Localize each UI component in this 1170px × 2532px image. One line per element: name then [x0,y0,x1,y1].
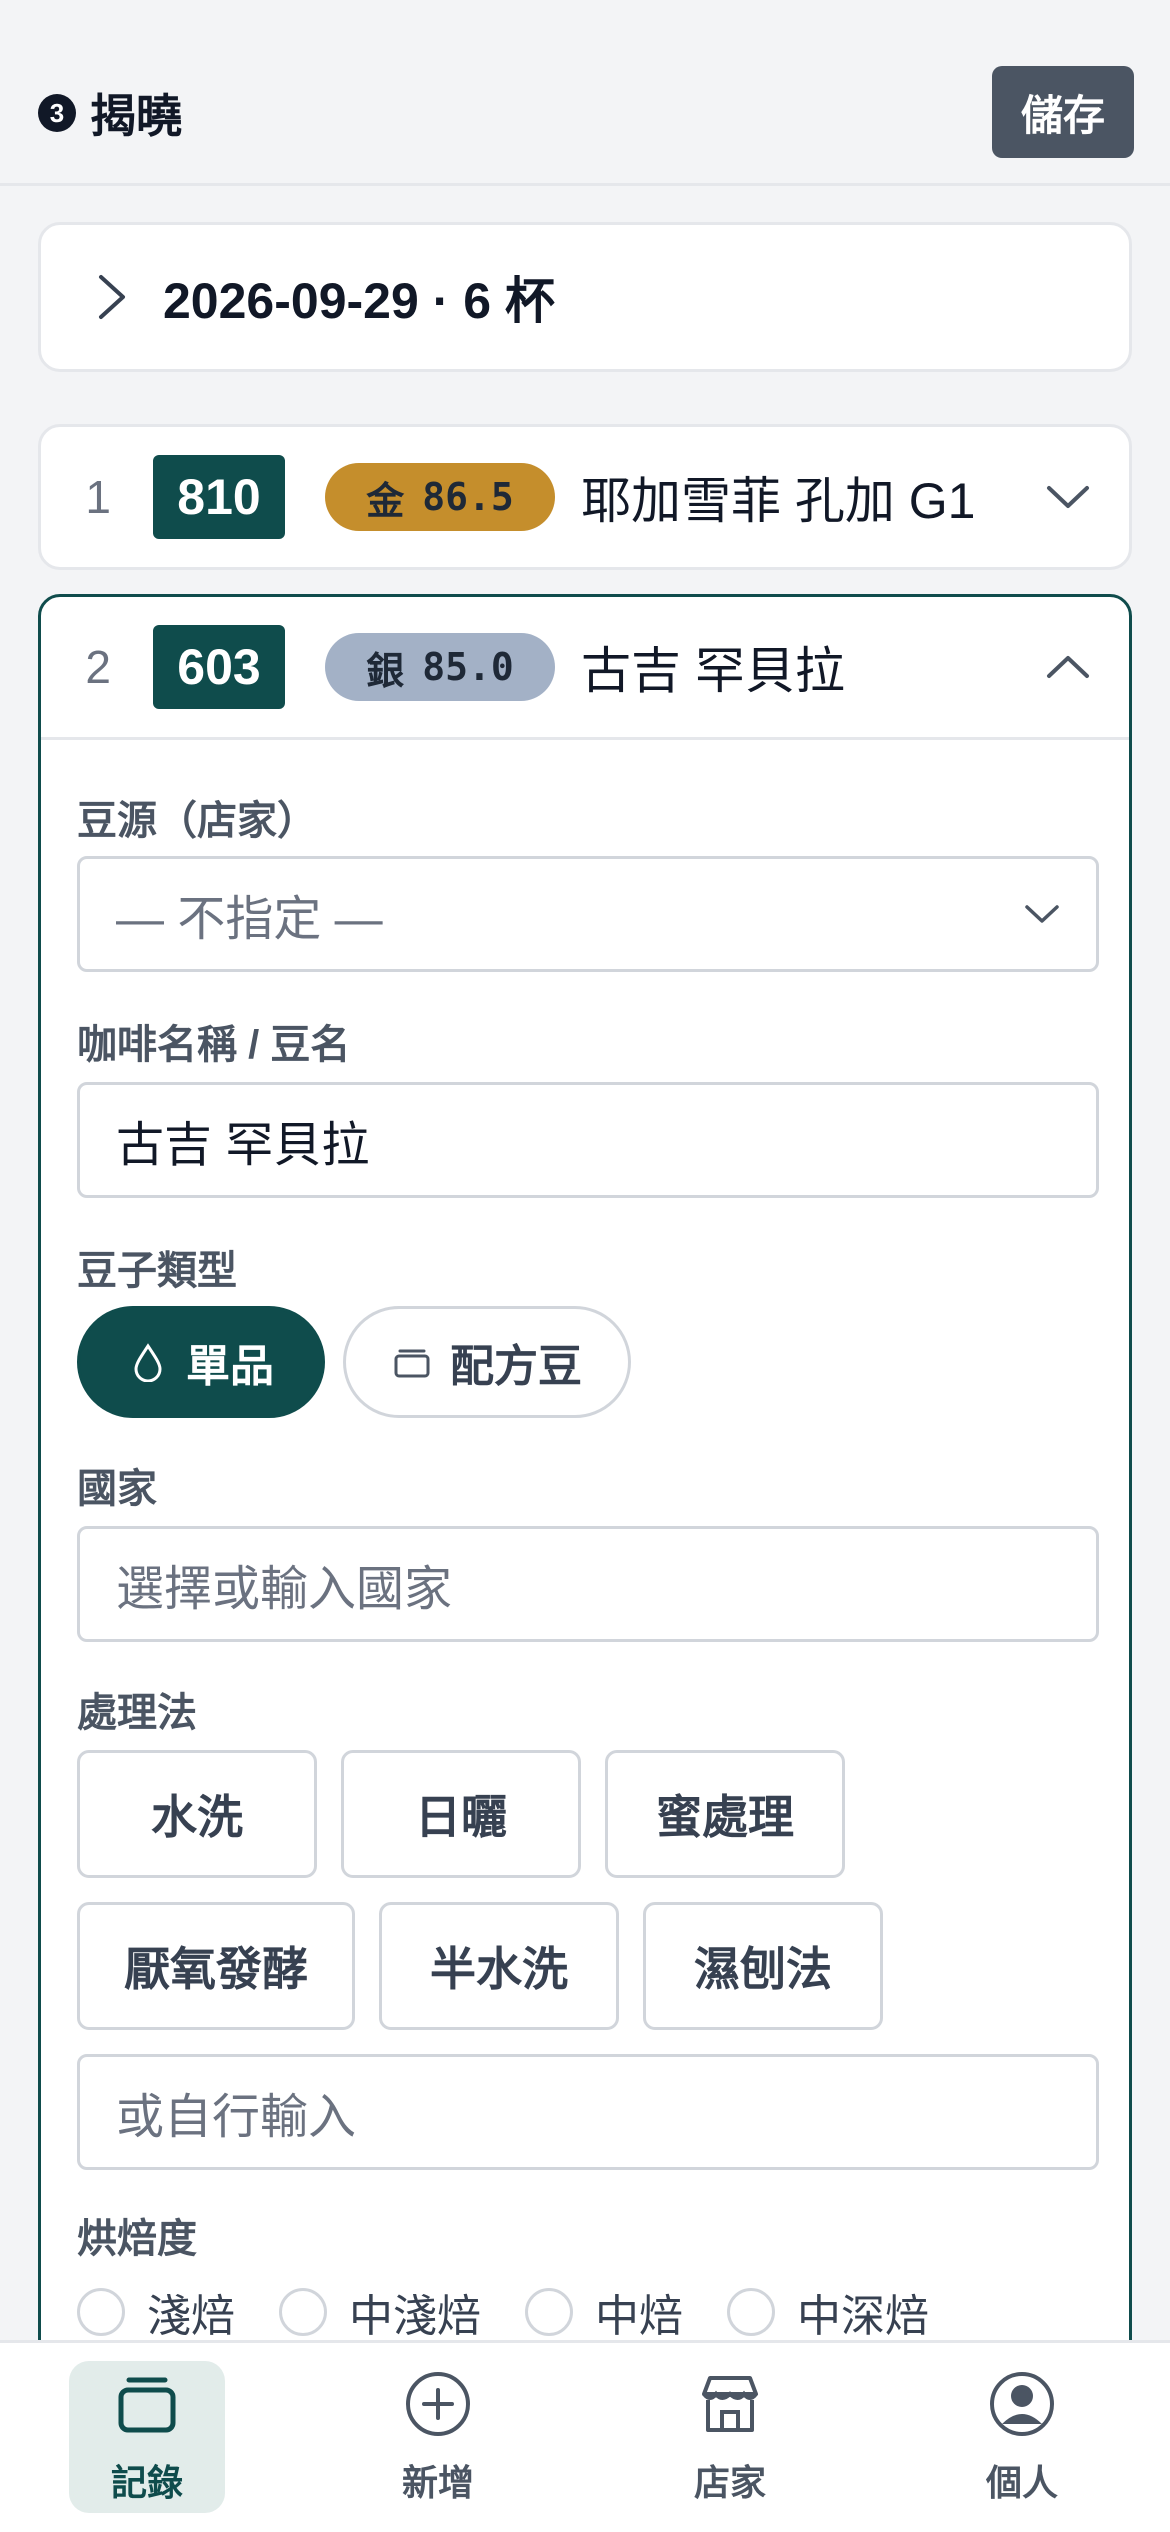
save-button[interactable]: 儲存 [992,66,1134,158]
divider [41,737,1129,740]
roast-light[interactable]: 淺焙 [77,2280,235,2344]
user-icon [990,2372,1054,2436]
radio-button[interactable] [279,2288,327,2336]
process-semi-washed[interactable]: 半水洗 [379,1902,619,2030]
chevron-down-icon[interactable] [1045,482,1091,512]
roast-options: 淺焙 中淺焙 中焙 中深焙 [77,2280,1093,2344]
nav-records-label: 記錄 [110,2462,183,2503]
radio-button[interactable] [727,2288,775,2336]
add-circle-icon [406,2372,470,2436]
step-number-badge: 3 [38,94,76,132]
process-anaerobic[interactable]: 厭氧發酵 [77,1902,355,2030]
droplet-icon [134,1343,162,1382]
bean-type-label: 豆子類型 [77,1249,237,1293]
nav-profile[interactable]: 個人 [944,2361,1100,2513]
nav-add-label: 新增 [401,2462,474,2503]
radio-button[interactable] [525,2288,573,2336]
nav-records[interactable]: 記錄 [69,2361,225,2513]
coffee-name-label: 咖啡名稱 / 豆名 [77,1023,351,1067]
source-select[interactable]: — 不指定 — [77,856,1099,972]
cup-name: 耶加雪菲 孔加 G1 [581,473,976,529]
roast-medium-light[interactable]: 中淺焙 [279,2280,481,2344]
cup-index: 2 [85,641,111,693]
medal-score: 85.0 [422,645,514,689]
cup-index: 1 [85,471,111,523]
country-input[interactable]: 選擇或輸入國家 [77,1526,1099,1642]
country-label: 國家 [77,1467,157,1511]
process-options-row: 厭氧發酵 半水洗 濕刨法 [77,1902,1093,2030]
process-washed[interactable]: 水洗 [77,1750,317,1878]
radio-button[interactable] [77,2288,125,2336]
process-custom-placeholder: 或自行輸入 [116,2091,357,2144]
country-placeholder: 選擇或輸入國家 [116,1563,453,1616]
nav-add[interactable]: 新增 [360,2361,516,2513]
nav-shops-label: 店家 [693,2462,766,2503]
nav-shops[interactable]: 店家 [652,2361,808,2513]
session-summary-card[interactable]: 2026-09-29 · 6 杯 [38,222,1132,372]
cup-code-badge: 603 [153,625,285,709]
nav-profile-label: 個人 [985,2462,1058,2503]
roast-medium[interactable]: 中焙 [525,2280,683,2344]
roast-medium-light-label: 中淺焙 [349,2292,481,2341]
source-select-value: — 不指定 — [116,893,383,946]
bean-type-single-label: 單品 [186,1342,274,1391]
cup-card[interactable]: 1 810 金 86.5 耶加雪菲 孔加 G1 [38,424,1132,570]
source-label: 豆源（店家） [77,799,317,843]
medal-score: 86.5 [422,475,514,519]
medal-label: 金 [366,478,405,523]
cup-code-badge: 810 [153,455,285,539]
roast-medium-dark[interactable]: 中深焙 [727,2280,929,2344]
bean-type-blend-label: 配方豆 [450,1342,582,1391]
session-label: 2026-09-29 · 6 杯 [163,273,555,329]
medal-label: 銀 [366,648,405,693]
process-wet-hulled[interactable]: 濕刨法 [643,1902,883,2030]
chevron-up-icon[interactable] [1045,652,1091,682]
coffee-name-value: 古吉 罕貝拉 [116,1119,370,1172]
cup-header[interactable]: 2 603 銀 85.0 古吉 罕貝拉 [41,597,1129,737]
silver-medal-badge: 銀 85.0 [325,633,555,701]
bean-type-toggle: 單品 配方豆 [77,1306,1093,1418]
process-honey[interactable]: 蜜處理 [605,1750,845,1878]
cup-header[interactable]: 1 810 金 86.5 耶加雪菲 孔加 G1 [41,427,1129,567]
coffee-name-input[interactable]: 古吉 罕貝拉 [77,1082,1099,1198]
process-label: 處理法 [77,1691,197,1735]
bean-type-single-origin[interactable]: 單品 [77,1306,325,1418]
chevron-down-icon [1025,905,1059,923]
process-custom-input[interactable]: 或自行輸入 [77,2054,1099,2170]
gold-medal-badge: 金 86.5 [325,463,555,531]
storefront-icon [702,2376,758,2432]
records-icon [118,2377,176,2433]
roast-light-label: 淺焙 [147,2292,235,2341]
bottom-nav: 記錄 新增 店家 個人 [0,2340,1170,2532]
page-title: 3 揭曉 [38,80,182,146]
app-header: 3 揭曉 儲存 [0,0,1170,186]
layers-icon [394,1349,430,1378]
cup-card-expanded: 2 603 銀 85.0 古吉 罕貝拉 豆源（店家） — 不指定 — 咖啡名稱 … [38,594,1132,2394]
process-options-row: 水洗 日曬 蜜處理 [77,1750,1093,1878]
page-title-text: 揭曉 [90,90,182,142]
bean-type-blend[interactable]: 配方豆 [343,1306,631,1418]
process-natural[interactable]: 日曬 [341,1750,581,1878]
roast-medium-label: 中焙 [595,2292,683,2341]
cup-name: 古吉 罕貝拉 [581,643,845,699]
chevron-right-icon [99,275,125,319]
roast-medium-dark-label: 中深焙 [797,2292,929,2341]
cup-detail-form: 豆源（店家） — 不指定 — 咖啡名稱 / 豆名 古吉 罕貝拉 豆子類型 單品 [41,788,1129,2344]
roast-label: 烘焙度 [77,2217,197,2261]
